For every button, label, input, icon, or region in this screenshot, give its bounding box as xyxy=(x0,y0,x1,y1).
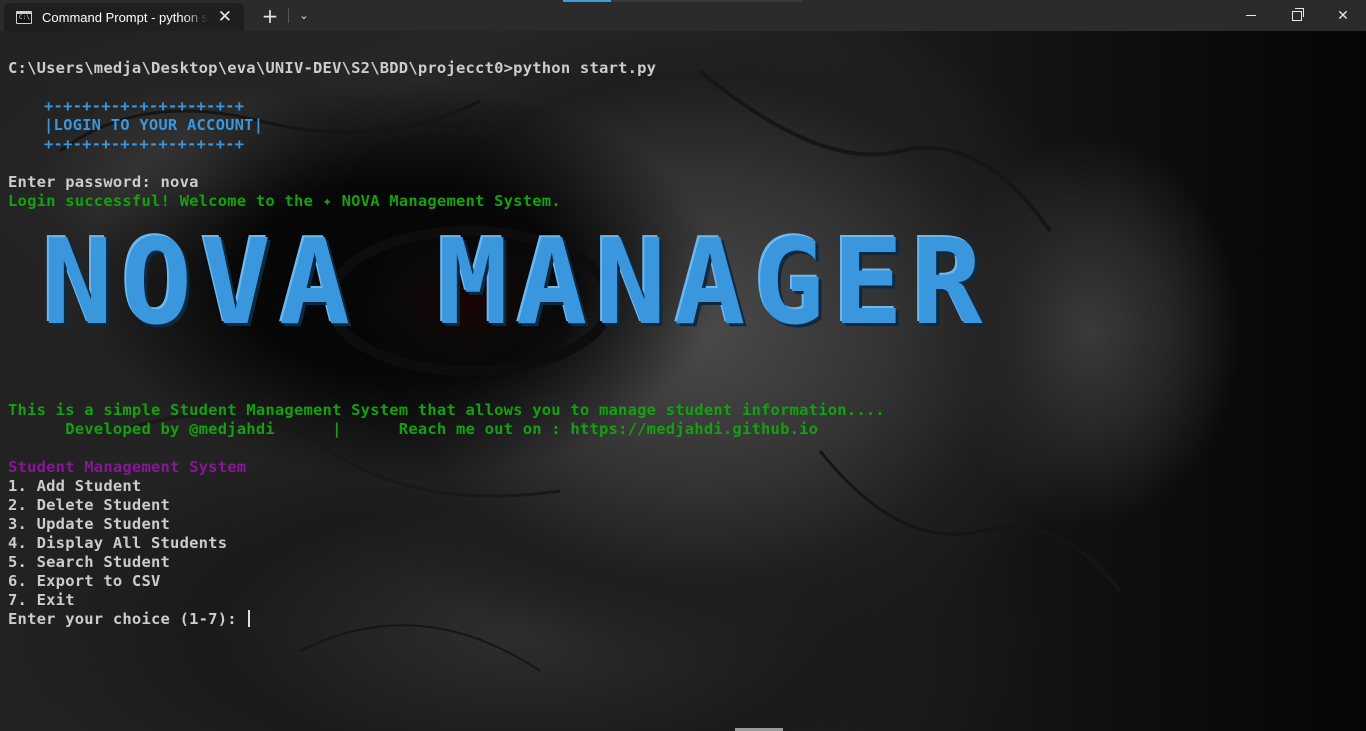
close-tab-icon[interactable]: ✕ xyxy=(218,7,232,27)
restore-button[interactable] xyxy=(1274,0,1320,31)
minimize-button[interactable] xyxy=(1228,0,1274,31)
close-window-button[interactable]: ✕ xyxy=(1320,0,1366,31)
choice-prompt-line[interactable]: Enter your choice (1-7): xyxy=(8,610,251,629)
title-bar: C:\ Command Prompt - python start.py ✕ +… xyxy=(0,0,1366,32)
login-box-bottom: +-+-+-+-+-+-+-+-+-+-+ xyxy=(44,135,245,153)
choice-prompt: Enter your choice (1-7): xyxy=(8,610,247,628)
menu-item: 5. Search Student xyxy=(8,553,171,571)
divider xyxy=(288,8,289,23)
menu-title: Student Management System xyxy=(8,458,247,476)
text-cursor xyxy=(248,610,251,627)
minimize-icon xyxy=(1246,15,1256,16)
restore-icon xyxy=(1292,7,1304,21)
description-text: This is a simple Student Management Syst… xyxy=(8,401,885,419)
menu-item: 6. Export to CSV xyxy=(8,572,161,590)
menu-item: 7. Exit xyxy=(8,591,75,609)
password-prompt: Enter password: nova xyxy=(8,173,199,191)
terminal-output[interactable]: C:\Users\medja\Desktop\eva\UNIV-DEV\S2\B… xyxy=(0,31,1366,731)
menu-item: 2. Delete Student xyxy=(8,496,171,514)
tab-title: Command Prompt - python start.py xyxy=(42,9,208,25)
chevron-down-icon[interactable]: ⌄ xyxy=(291,0,317,31)
command-line: C:\Users\medja\Desktop\eva\UNIV-DEV\S2\B… xyxy=(8,59,657,77)
login-box-text: |LOGIN TO YOUR ACCOUNT| xyxy=(44,116,264,134)
menu-item: 3. Update Student xyxy=(8,515,171,533)
tab-command-prompt[interactable]: C:\ Command Prompt - python start.py ✕ xyxy=(4,3,244,31)
new-tab-button[interactable]: + xyxy=(254,0,286,31)
window-controls: ✕ xyxy=(1228,0,1366,31)
login-success-message: Login successful! Welcome to the ✦ NOVA … xyxy=(8,192,561,210)
menu-item: 4. Display All Students xyxy=(8,534,228,552)
login-box-top: +-+-+-+-+-+-+-+-+-+-+ xyxy=(44,97,245,115)
drag-accent xyxy=(563,0,611,2)
menu-item: 1. Add Student xyxy=(8,477,142,495)
command-prompt-icon: C:\ xyxy=(16,10,32,24)
credits-text: Developed by @medjahdi | Reach me out on… xyxy=(8,420,819,438)
nova-manager-banner: NOVA MANAGER xyxy=(42,213,991,351)
